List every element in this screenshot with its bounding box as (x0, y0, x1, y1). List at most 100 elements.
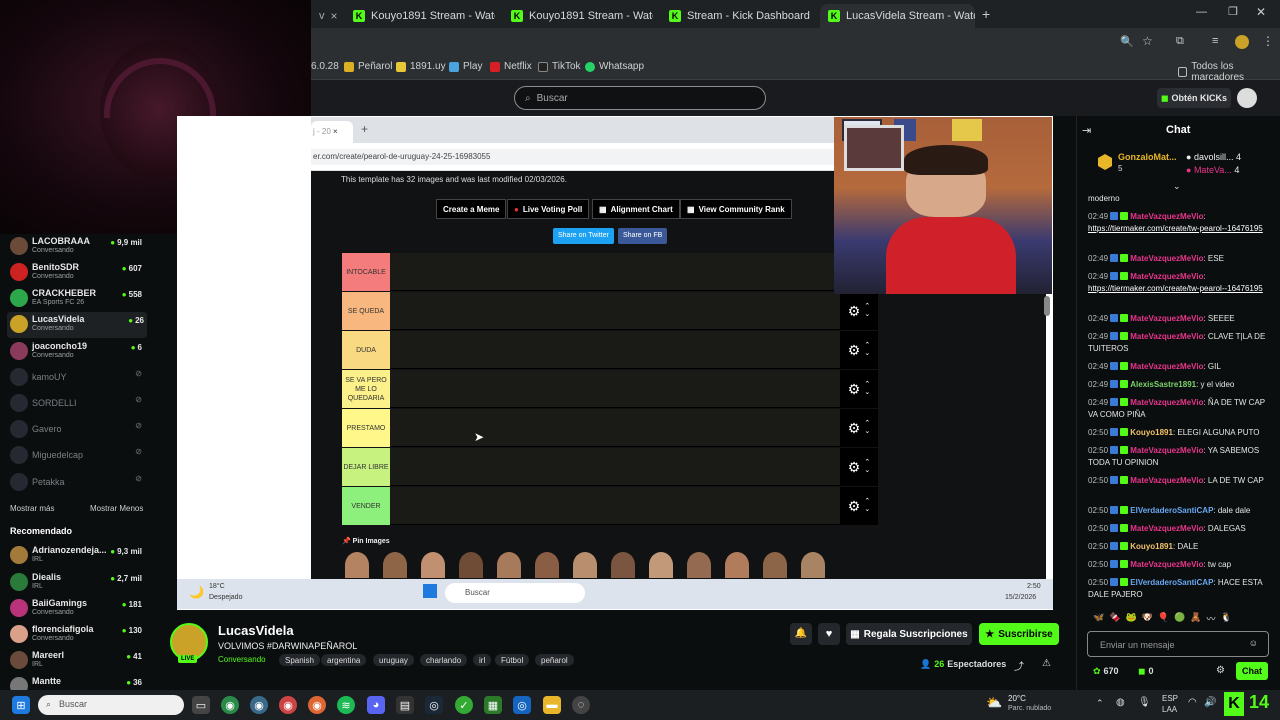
tag[interactable]: irl (473, 654, 492, 666)
mic-icon[interactable]: 🎙 (1138, 697, 1151, 708)
sidebar-channel[interactable]: CRACKHEBEREA Sports FC 26558 (10, 286, 145, 312)
message-user[interactable]: AlexisSastre1891 (1130, 380, 1196, 389)
get-kicks-button[interactable]: ◼ Obtén KICKs (1157, 88, 1231, 108)
sidebar-channel[interactable]: LACOBRAAAConversando9,9 mil (10, 234, 145, 260)
minecraft-icon[interactable]: ▦ (484, 696, 502, 714)
browser-tab[interactable]: KKouyo1891 Stream - Watch Liv× (345, 4, 495, 28)
chrome-profile-icon[interactable]: ◉ (308, 696, 326, 714)
heart-icon[interactable]: ♥ (818, 623, 840, 645)
settings-icon[interactable]: ⚙ (1216, 665, 1225, 676)
windows-start-icon[interactable]: ⊞ (12, 696, 30, 714)
menu-icon[interactable]: ⋮ (1262, 34, 1274, 48)
report-icon[interactable]: ⚠ (1042, 658, 1051, 669)
streamer-name[interactable]: LucasVidela (218, 623, 294, 638)
sidebar-channel[interactable]: MareerlIRL41 (10, 648, 145, 674)
spotify-icon[interactable]: ≋ (337, 696, 355, 714)
sidebar-channel-offline[interactable]: Gavero ⊘ (10, 417, 145, 443)
message-user[interactable]: MateVazquezMeVio (1130, 476, 1203, 485)
emote-bar[interactable]: 🦋 🍫 🐸 🐶 🎈 🟢 🧸 〰 🐧 (1093, 612, 1263, 626)
star-icon[interactable]: ☆ (1142, 34, 1153, 48)
app-icon[interactable]: ✓ (455, 696, 473, 714)
message-user[interactable]: MateVazquezMeVio (1130, 524, 1203, 533)
zoom-icon[interactable]: 🔍 (1120, 35, 1134, 48)
chevron-down-icon[interactable]: ⌄ (1173, 181, 1181, 192)
sidebar-channel-offline[interactable]: Miguedelcap ⊘ (10, 443, 145, 469)
tag[interactable]: Spanish (279, 654, 320, 666)
sidebar-channel[interactable]: BenitoSDRConversando607 (10, 260, 145, 286)
tag[interactable]: peñarol (535, 654, 574, 666)
show-less-button[interactable]: Mostrar Menos (90, 504, 143, 513)
chrome-profile-icon[interactable]: ◉ (250, 696, 268, 714)
wifi-icon[interactable]: ◠ (1188, 697, 1197, 708)
message-user[interactable]: MateVazquezMeVio (1130, 362, 1203, 371)
chrome-profile-icon[interactable]: ◉ (279, 696, 297, 714)
emoji-icon[interactable]: ☺ (1249, 638, 1258, 648)
chat-input[interactable]: Enviar un mensaje ☺ (1087, 631, 1269, 657)
media-icon[interactable]: ≡ (1212, 35, 1218, 47)
message-user[interactable]: MateVazquezMeVio (1130, 314, 1203, 323)
tag[interactable]: charlando (420, 654, 468, 666)
bookmark[interactable]: 1891.uy (396, 61, 446, 72)
discord-icon[interactable]: ◕ (367, 696, 385, 714)
os-search-input[interactable]: ⌕ Buscar (38, 695, 184, 715)
message-user[interactable]: Kouyo1891 (1130, 542, 1173, 551)
steam-icon[interactable]: ◎ (425, 696, 443, 714)
app-icon[interactable]: ▤ (396, 696, 414, 714)
bookmark[interactable]: 6.0.28 (311, 61, 339, 72)
sidebar-channel-active[interactable]: LucasVidelaConversando26 (7, 312, 147, 338)
message-user[interactable]: MateVazquezMeVio (1130, 212, 1203, 221)
sidebar-channel[interactable]: joaconcho19Conversando6 (10, 339, 145, 365)
subscribe-button[interactable]: ★ Suscribirse (979, 623, 1059, 645)
tab-partial[interactable]: v × (311, 4, 341, 28)
share-icon[interactable]: ⤴ (1014, 658, 1024, 673)
maximize-button[interactable]: ❐ (1228, 5, 1238, 18)
new-tab-button[interactable]: + (982, 6, 990, 22)
browser-tab-active[interactable]: KLucasVidela Stream - Watch🔊× (820, 4, 975, 28)
chat-send-button[interactable]: Chat (1236, 662, 1268, 680)
sidebar-channel[interactable]: BaiiGamingsConversando181 (10, 596, 145, 622)
sidebar-channel[interactable]: Adrianozendeja...IRL9,3 mil (10, 543, 145, 569)
search-input[interactable]: ⌕ Buscar (514, 86, 766, 110)
message-link[interactable]: https://tiermaker.com/create/tw-pearol--… (1088, 284, 1263, 293)
stream-category[interactable]: Conversando (218, 655, 266, 664)
show-more-button[interactable]: Mostrar más (10, 504, 54, 513)
gift-subs-button[interactable]: ▦ Regala Suscripciones (846, 623, 972, 645)
browser-tab[interactable]: KKouyo1891 Stream - Watch Liv× (503, 4, 653, 28)
profile-avatar[interactable] (1235, 35, 1249, 49)
collapse-chat-icon[interactable]: ⇥ (1082, 124, 1091, 137)
message-user[interactable]: MateVazquezMeVio (1130, 560, 1203, 569)
message-user[interactable]: ElVerdaderoSantiCAP (1130, 506, 1213, 515)
message-user[interactable]: Kouyo1891 (1130, 428, 1173, 437)
volume-icon[interactable]: 🔊 (1204, 697, 1216, 708)
tag[interactable]: argentina (321, 654, 367, 666)
kicks-display[interactable]: ◼ 0 (1138, 666, 1154, 677)
chrome-icon[interactable]: ◉ (221, 696, 239, 714)
message-user[interactable]: MateVazquezMeVio (1130, 398, 1203, 407)
sidebar-channel[interactable]: DiealisIRL2,7 mil (10, 570, 145, 596)
points-display[interactable]: ✿ 670 (1093, 666, 1119, 677)
message-user[interactable]: MateVazquezMeVio (1130, 446, 1203, 455)
message-user[interactable]: MateVazquezMeVio (1130, 272, 1203, 281)
message-user[interactable]: MateVazquezMeVio (1130, 254, 1203, 263)
sidebar-channel-offline[interactable]: Petakka ⊘ (10, 470, 145, 496)
network-icon[interactable]: ◍ (1116, 697, 1125, 708)
obs-icon[interactable]: ◌ (572, 696, 590, 714)
sidebar-channel-offline[interactable]: kamoUY ⊘ (10, 365, 145, 391)
bookmark[interactable]: TikTok (538, 61, 581, 72)
task-view-icon[interactable]: ▭ (192, 696, 210, 714)
tag[interactable]: uruguay (373, 654, 414, 666)
bookmark[interactable]: Play (449, 61, 482, 72)
sidebar-channel[interactable]: Mantte36 (10, 674, 145, 690)
close-window-button[interactable]: ✕ (1256, 5, 1266, 19)
bell-icon[interactable]: 🔔 (790, 623, 812, 645)
sidebar-channel-offline[interactable]: SORDELLI ⊘ (10, 391, 145, 417)
user-avatar[interactable] (1237, 88, 1257, 108)
minimize-button[interactable]: — (1196, 6, 1207, 18)
message-link[interactable]: https://tiermaker.com/create/tw-pearol--… (1088, 224, 1263, 233)
extensions-icon[interactable]: ⧉ (1176, 35, 1184, 48)
bookmark[interactable]: Peñarol (344, 61, 392, 72)
bookmark[interactable]: Netflix (490, 61, 532, 72)
app-icon[interactable]: ◎ (513, 696, 531, 714)
tag[interactable]: Fútbol (495, 654, 530, 666)
browser-tab[interactable]: KStream - Kick Dashboard× (661, 4, 813, 28)
